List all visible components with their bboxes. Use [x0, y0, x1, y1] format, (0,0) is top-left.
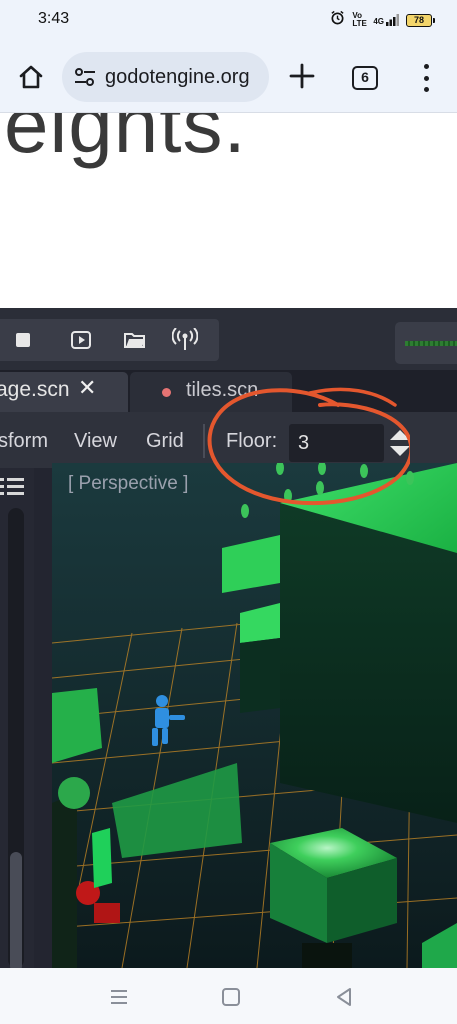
screen: 3:43 Vo LTE 4G 78 godotengine.org 6 eigh… [0, 0, 457, 1024]
gridmap-menu-bar: sform View Grid Floor: 3 [0, 412, 457, 468]
editor-right-panel [395, 322, 457, 364]
spinbox-arrows-icon [390, 430, 410, 456]
volte-indicator: Vo LTE [352, 11, 367, 28]
recents-icon[interactable] [108, 986, 130, 1008]
unsaved-dot-icon [162, 388, 171, 397]
home-button[interactable] [14, 60, 48, 94]
view-menu: View [74, 430, 117, 452]
alarm-icon [330, 10, 345, 30]
left-dock [0, 468, 34, 968]
scene-tabs: age.scn ✕ tiles.scn [0, 370, 457, 412]
remote-debug-icon [172, 327, 198, 353]
grid-menu: Grid [146, 430, 184, 452]
battery-icon: 78 [406, 13, 435, 27]
network-type-label: 4G [373, 17, 384, 26]
new-tab-icon[interactable] [288, 62, 316, 90]
menu-divider [203, 424, 205, 458]
dock-scroll-thumb [10, 852, 22, 968]
stop-icon [10, 327, 36, 353]
battery-level: 78 [406, 13, 432, 27]
scene-render [52, 463, 457, 968]
tab-age-scn: age.scn ✕ [0, 372, 128, 412]
overflow-menu-icon[interactable] [420, 64, 432, 92]
list-icon [0, 478, 24, 495]
play-scene-icon [68, 327, 94, 353]
tab-label: tiles.scn [186, 379, 259, 401]
tab-switcher-button[interactable]: 6 [352, 66, 378, 90]
godot-editor-image: age.scn ✕ tiles.scn sform View Grid Floo… [0, 308, 457, 968]
tab-tiles-scn: tiles.scn [130, 372, 292, 412]
back-icon[interactable] [333, 986, 355, 1008]
floor-spinbox: 3 [289, 424, 384, 462]
url-text: godotengine.org [105, 66, 250, 88]
floor-value: 3 [298, 432, 310, 454]
editor-top-toolbar [0, 308, 457, 370]
floor-label: Floor: [226, 430, 278, 452]
play-controls [0, 319, 219, 361]
browser-toolbar: godotengine.org 6 [0, 40, 457, 113]
site-settings-icon[interactable] [74, 67, 96, 87]
home-icon [19, 65, 43, 89]
3d-viewport: [ Perspective ] [52, 463, 457, 968]
signal-icon: 4G [373, 14, 399, 26]
status-icons: Vo LTE 4G 78 [330, 10, 435, 30]
address-bar[interactable]: godotengine.org [62, 52, 269, 102]
page-heading: eights. [4, 113, 247, 169]
page-content: eights. [0, 113, 457, 308]
clock: 3:43 [38, 10, 70, 27]
folder-icon [122, 327, 148, 353]
transform-menu: sform [0, 430, 48, 452]
system-nav-bar [0, 968, 457, 1024]
home-nav-icon[interactable] [220, 986, 242, 1008]
close-tab-icon: ✕ [78, 376, 97, 401]
status-bar: 3:43 Vo LTE 4G 78 [0, 0, 457, 40]
tab-label: age.scn [0, 378, 70, 401]
viewport-label: [ Perspective ] [68, 473, 189, 494]
